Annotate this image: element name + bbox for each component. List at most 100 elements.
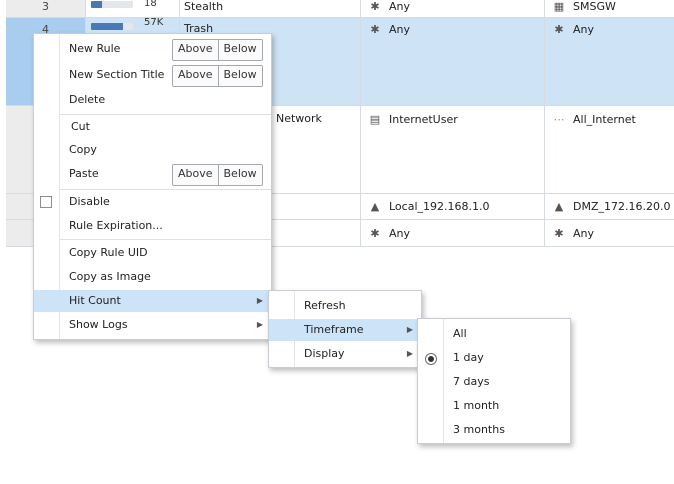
- menu-separator: [60, 114, 271, 115]
- copy-as-image-label: Copy as Image: [69, 270, 151, 283]
- context-menu: New Rule Above Below New Section Title A…: [33, 33, 272, 340]
- destination-text: DMZ_172.16.20.0: [573, 200, 671, 213]
- asterisk-icon: ✱: [554, 227, 564, 240]
- hit-count-item[interactable]: Hit Count ▶: [34, 290, 271, 312]
- rule-expiration-item[interactable]: Rule Expiration...: [34, 215, 271, 237]
- timeframe-option-label: All: [453, 327, 467, 340]
- new-section-position-buttons: Above Below: [172, 65, 263, 87]
- new-rule-below-button[interactable]: Below: [217, 40, 262, 60]
- copy-rule-uid-item[interactable]: Copy Rule UID: [34, 242, 271, 264]
- asterisk-icon: ✱: [370, 23, 380, 36]
- refresh-label: Refresh: [304, 299, 346, 312]
- source-text: Any: [389, 0, 411, 13]
- timeframe-option-3-months[interactable]: 3 months: [418, 419, 570, 441]
- destination-text: SMSGW: [573, 0, 616, 13]
- timeframe-option-label: 7 days: [453, 375, 490, 388]
- source-text: Local_192.168.1.0: [389, 200, 490, 213]
- source-text: InternetUser: [389, 113, 458, 126]
- paste-item[interactable]: Paste Above Below: [34, 163, 271, 186]
- destination-text: Any: [573, 23, 595, 36]
- timeframe-option-7-days[interactable]: 7 days: [418, 371, 570, 393]
- hit-count-submenu: Refresh Timeframe ▶ Display ▶: [268, 290, 422, 368]
- cut-item[interactable]: Cut: [34, 116, 271, 138]
- network-icon: ▲: [554, 200, 564, 213]
- internet-icon: ⋯: [553, 113, 565, 126]
- hit-count-bar: [91, 1, 133, 8]
- copy-item[interactable]: Copy: [34, 139, 271, 161]
- hit-count-label: Hit Count: [69, 294, 121, 307]
- rule-expiration-label: Rule Expiration...: [69, 219, 163, 232]
- timeframe-option-label: 3 months: [453, 423, 505, 436]
- network-icon: ▲: [370, 200, 380, 213]
- timeframe-option-label: 1 month: [453, 399, 500, 412]
- paste-above-button[interactable]: Above: [173, 165, 218, 185]
- chevron-right-icon: ▶: [256, 320, 263, 329]
- menu-separator: [60, 239, 271, 240]
- timeframe-option-label: 1 day: [453, 351, 484, 364]
- hit-count-value: 18: [144, 0, 157, 9]
- selected-radio-icon: [425, 353, 437, 365]
- source-cell: ✱ Any: [361, 220, 545, 246]
- source-cell: ▲ Local_192.168.1.0: [361, 194, 545, 219]
- destination-text: Any: [573, 227, 595, 240]
- paste-label: Paste: [69, 167, 99, 180]
- rule-number: 3: [6, 0, 86, 17]
- rule-name-text: Stealth: [184, 0, 224, 13]
- destination-text: All_Internet: [573, 113, 636, 126]
- hit-count-bar: [91, 23, 133, 30]
- disable-item[interactable]: Disable: [34, 191, 271, 213]
- disable-label: Disable: [69, 195, 110, 208]
- destination-cell: ✱ Any: [545, 220, 674, 246]
- copy-label: Copy: [69, 143, 97, 156]
- rule-name-text: Network: [276, 112, 322, 125]
- destination-cell: ✱ Any: [545, 18, 674, 105]
- disable-checkbox[interactable]: [40, 196, 52, 208]
- source-cell: ✱ Any: [361, 0, 545, 17]
- asterisk-icon: ✱: [370, 227, 380, 240]
- chevron-right-icon: ▶: [406, 349, 413, 358]
- source-text: Any: [389, 23, 411, 36]
- chevron-right-icon: ▶: [406, 325, 413, 334]
- show-logs-label: Show Logs: [69, 318, 128, 331]
- new-rule-label: New Rule: [69, 42, 121, 55]
- hit-count-value: 57K: [144, 17, 164, 28]
- copy-as-image-item[interactable]: Copy as Image: [34, 266, 271, 288]
- destination-cell: ▦ SMSGW: [545, 0, 674, 17]
- copy-rule-uid-label: Copy Rule UID: [69, 246, 148, 259]
- destination-cell: ⋯ All_Internet: [545, 106, 674, 193]
- show-logs-item[interactable]: Show Logs ▶: [34, 314, 271, 336]
- destination-cell: ▲ DMZ_172.16.20.0: [545, 194, 674, 219]
- rule-name: Stealth: [180, 0, 361, 17]
- refresh-item[interactable]: Refresh: [269, 295, 421, 317]
- timeframe-submenu: All 1 day 7 days 1 month 3 months: [417, 318, 571, 444]
- new-rule-above-button[interactable]: Above: [173, 40, 218, 60]
- user-card-icon: ▤: [369, 113, 381, 126]
- source-cell: ✱ Any: [361, 18, 545, 105]
- display-label: Display: [304, 347, 345, 360]
- timeframe-option-all[interactable]: All: [418, 323, 570, 345]
- source-text: Any: [389, 227, 411, 240]
- timeframe-item[interactable]: Timeframe ▶: [269, 319, 421, 341]
- delete-label: Delete: [69, 93, 106, 106]
- paste-below-button[interactable]: Below: [217, 165, 262, 185]
- new-section-title-item[interactable]: New Section Title Above Below: [34, 64, 271, 87]
- delete-item[interactable]: Delete: [34, 89, 271, 111]
- new-section-title-label: New Section Title: [69, 68, 165, 81]
- table-row[interactable]: 3 18 Stealth ✱ Any ▦ SMSGW: [6, 0, 674, 18]
- menu-separator: [60, 189, 271, 190]
- new-section-above-button[interactable]: Above: [173, 66, 218, 86]
- chevron-right-icon: ▶: [256, 296, 263, 305]
- hits-cell: 18: [86, 0, 180, 17]
- timeframe-option-1-day[interactable]: 1 day: [418, 347, 570, 369]
- cut-label: Cut: [71, 120, 90, 133]
- new-rule-position-buttons: Above Below: [172, 39, 263, 61]
- timeframe-option-1-month[interactable]: 1 month: [418, 395, 570, 417]
- display-item[interactable]: Display ▶: [269, 343, 421, 365]
- new-section-below-button[interactable]: Below: [217, 66, 262, 86]
- asterisk-icon: ✱: [554, 23, 564, 36]
- gateway-icon: ▦: [553, 0, 565, 13]
- source-cell: ▤ InternetUser: [361, 106, 545, 193]
- asterisk-icon: ✱: [370, 0, 380, 13]
- timeframe-label: Timeframe: [304, 323, 364, 336]
- new-rule-item[interactable]: New Rule Above Below: [34, 38, 271, 61]
